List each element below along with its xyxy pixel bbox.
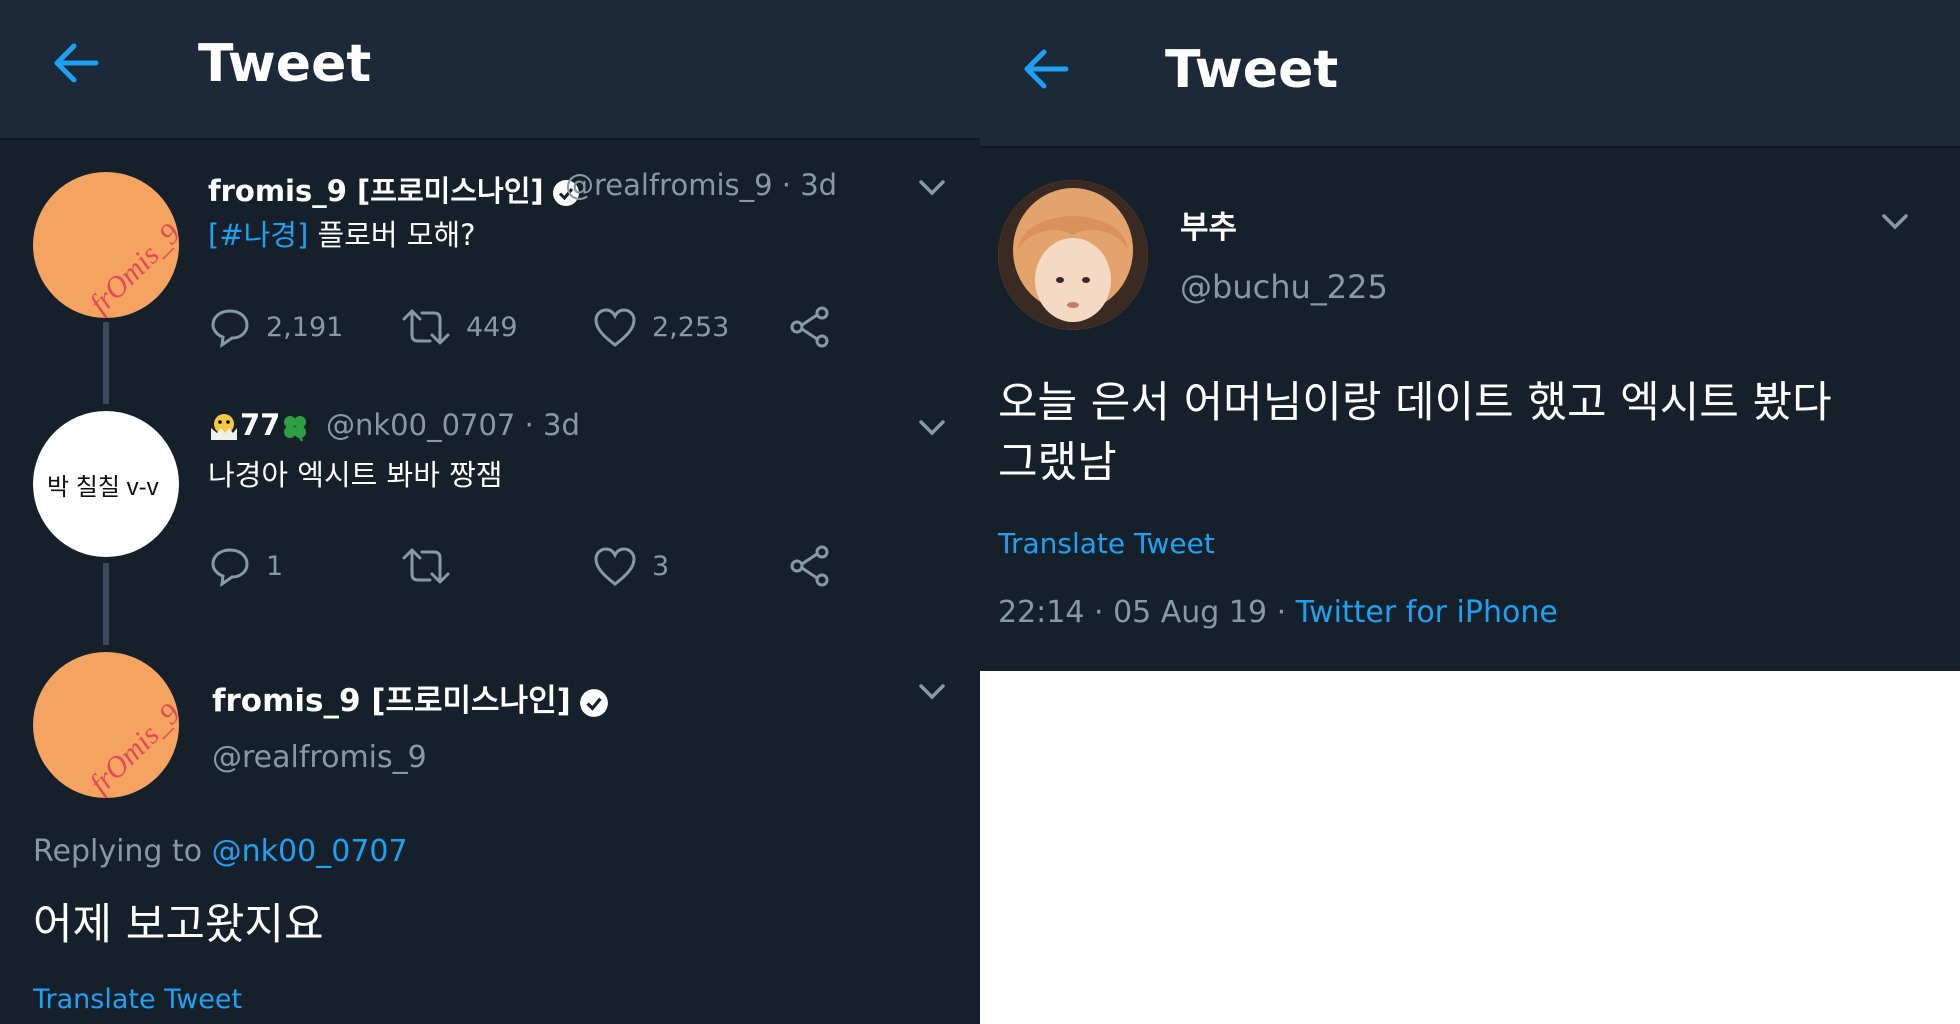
back-button[interactable] xyxy=(1020,44,1070,98)
back-arrow-icon xyxy=(1024,49,1069,89)
header-divider xyxy=(980,146,1960,148)
back-button[interactable] xyxy=(50,38,100,92)
avatar-logo-text: frOmis_9 xyxy=(83,217,179,318)
tweet-timestamp: 22:14 · 05 Aug 19 · xyxy=(998,595,1296,630)
tweet-text: 나경아 엑시트 봐바 짱잼 xyxy=(208,458,503,492)
tweet-author-name[interactable]: 77 xyxy=(208,408,310,442)
like-icon xyxy=(594,308,636,347)
tweet-text-line-1: 오늘 은서 어머님이랑 데이트 했고 엑시트 봤다 xyxy=(998,378,1832,428)
avatar-logo-text: frOmis_9 xyxy=(83,697,179,798)
chevron-down-icon[interactable] xyxy=(1880,212,1910,236)
tweet-author-name[interactable]: 부추 xyxy=(1180,202,1237,247)
like-count: 2,253 xyxy=(652,311,730,343)
replying-to-link[interactable]: @nk00_0707 xyxy=(212,834,408,869)
retweet-icon xyxy=(402,548,450,584)
tweet-author-handle[interactable]: @realfromis_9 xyxy=(212,740,427,775)
page-title: Tweet xyxy=(1165,40,1339,100)
replying-to: Replying to @nk00_0707 xyxy=(33,834,408,869)
right-header: Tweet xyxy=(980,0,1960,146)
tweet-author-handle[interactable]: @realfromis_9 · 3d xyxy=(565,168,837,202)
hashtag-link[interactable]: [#나경] xyxy=(208,218,308,252)
like-button[interactable]: 3 xyxy=(592,544,669,588)
reply-icon xyxy=(211,548,249,588)
avatar[interactable] xyxy=(998,180,1148,330)
reply-count: 1 xyxy=(266,550,284,582)
page-title: Tweet xyxy=(198,34,372,94)
share-icon xyxy=(790,306,829,348)
retweet-count: 449 xyxy=(466,311,518,343)
chick-emoji-icon xyxy=(211,414,237,440)
chevron-down-icon[interactable] xyxy=(918,178,946,202)
like-button[interactable]: 2,253 xyxy=(592,305,729,349)
reply-button[interactable]: 1 xyxy=(208,544,283,588)
reply-button[interactable]: 2,191 xyxy=(208,305,343,349)
tweet-text: 어제 보고왔지요 xyxy=(33,900,324,950)
retweet-button[interactable]: 449 xyxy=(400,305,518,349)
chevron-down-icon[interactable] xyxy=(918,682,946,706)
header-divider xyxy=(0,138,980,140)
tweet-author-name[interactable]: fromis_9 [프로미스나인] xyxy=(208,168,580,210)
tweet-text-line-2: 그랬남 xyxy=(998,438,1117,488)
tweet-source-link[interactable]: Twitter for iPhone xyxy=(1296,595,1558,630)
tweet-author-handle[interactable]: @nk00_0707 · 3d xyxy=(326,408,580,442)
thread-line xyxy=(103,563,109,645)
avatar[interactable]: frOmis_9 xyxy=(33,652,179,798)
tweet-text: [#나경] 플로버 모해? xyxy=(208,218,476,252)
verified-icon xyxy=(579,688,608,717)
retweet-button[interactable] xyxy=(400,544,466,588)
like-count: 3 xyxy=(652,550,670,582)
clover-emoji-icon xyxy=(284,416,307,442)
left-tweet-panel: Tweet frOmis_9 fromis_9 [프로미스나인] @realfr… xyxy=(0,0,980,1024)
share-button[interactable] xyxy=(788,544,832,588)
tweet-author-handle[interactable]: @buchu_225 xyxy=(1180,268,1388,306)
share-button[interactable] xyxy=(788,305,832,349)
avatar[interactable]: 박 칠칠 v-v xyxy=(33,411,179,557)
reply-count: 2,191 xyxy=(266,311,344,343)
left-header: Tweet xyxy=(0,0,980,138)
avatar[interactable]: frOmis_9 xyxy=(33,172,179,318)
translate-tweet-link[interactable]: Translate Tweet xyxy=(998,527,1215,560)
thread-line xyxy=(103,322,109,404)
tweet-author-name[interactable]: fromis_9 [프로미스나인] xyxy=(212,675,609,720)
share-icon xyxy=(790,545,829,587)
translate-tweet-link[interactable]: Translate Tweet xyxy=(33,984,242,1015)
reply-icon xyxy=(211,309,249,349)
back-arrow-icon xyxy=(54,43,99,83)
right-tweet-panel: Tweet 부추 @buchu_225 오늘 은서 어머님이랑 데이트 했고 엑… xyxy=(980,0,1960,671)
avatar-handwriting-text: 박 칠칠 v-v xyxy=(47,474,159,501)
chevron-down-icon[interactable] xyxy=(918,418,946,442)
retweet-icon xyxy=(402,309,450,345)
like-icon xyxy=(594,547,636,586)
tweet-meta: 22:14 · 05 Aug 19 · Twitter for iPhone xyxy=(998,595,1558,630)
